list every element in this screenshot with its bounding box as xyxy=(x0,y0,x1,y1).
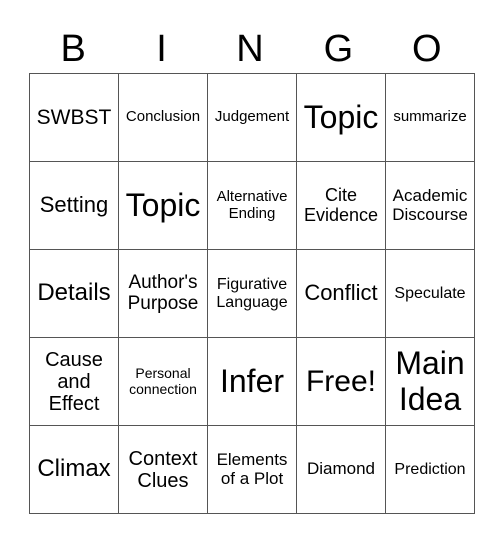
bingo-cell[interactable]: Diamond xyxy=(296,425,386,514)
bingo-cell[interactable]: Conflict xyxy=(296,249,386,338)
header-letter-g: G xyxy=(323,28,354,70)
bingo-cell[interactable]: Context Clues xyxy=(118,425,208,514)
bingo-cell[interactable]: Topic xyxy=(296,73,386,162)
bingo-cell[interactable]: Main Idea xyxy=(385,337,475,426)
bingo-cell[interactable]: Conclusion xyxy=(118,73,208,162)
grid-row: Details Author's Purpose Figurative Lang… xyxy=(29,249,475,338)
grid-row: Climax Context Clues Elements of a Plot … xyxy=(29,425,475,514)
header-letter-i: I xyxy=(156,28,167,70)
bingo-cell[interactable]: Climax xyxy=(29,425,119,514)
bingo-cell[interactable]: SWBST xyxy=(29,73,119,162)
bingo-cell[interactable]: Topic xyxy=(118,161,208,250)
bingo-cell[interactable]: Judgement xyxy=(207,73,297,162)
header-letter-o: O xyxy=(411,28,442,70)
grid-row: SWBST Conclusion Judgement Topic summari… xyxy=(29,73,475,162)
bingo-cell[interactable]: Setting xyxy=(29,161,119,250)
bingo-cell[interactable]: Cite Evidence xyxy=(296,161,386,250)
bingo-cell[interactable]: Infer xyxy=(207,337,297,426)
free-space-cell[interactable]: Free! xyxy=(296,337,386,426)
bingo-cell[interactable]: Details xyxy=(29,249,119,338)
bingo-cell[interactable]: Academic Discourse xyxy=(385,161,475,250)
grid-row: Cause and Effect Personal connection Inf… xyxy=(29,337,475,426)
bingo-cell[interactable]: Prediction xyxy=(385,425,475,514)
bingo-cell[interactable]: Personal connection xyxy=(118,337,208,426)
grid-row: Setting Topic Alternative Ending Cite Ev… xyxy=(29,161,475,250)
bingo-cell[interactable]: Alternative Ending xyxy=(207,161,297,250)
bingo-cell[interactable]: Author's Purpose xyxy=(118,249,208,338)
header-letter-n: N xyxy=(236,28,264,70)
bingo-cell[interactable]: Cause and Effect xyxy=(29,337,119,426)
bingo-cell[interactable]: Figurative Language xyxy=(207,249,297,338)
bingo-header: B I N G O xyxy=(29,28,471,70)
header-letter-b: B xyxy=(60,28,86,70)
bingo-cell[interactable]: Elements of a Plot xyxy=(207,425,297,514)
bingo-cell[interactable]: Speculate xyxy=(385,249,475,338)
bingo-cell[interactable]: summarize xyxy=(385,73,475,162)
bingo-grid: SWBST Conclusion Judgement Topic summari… xyxy=(29,73,475,514)
